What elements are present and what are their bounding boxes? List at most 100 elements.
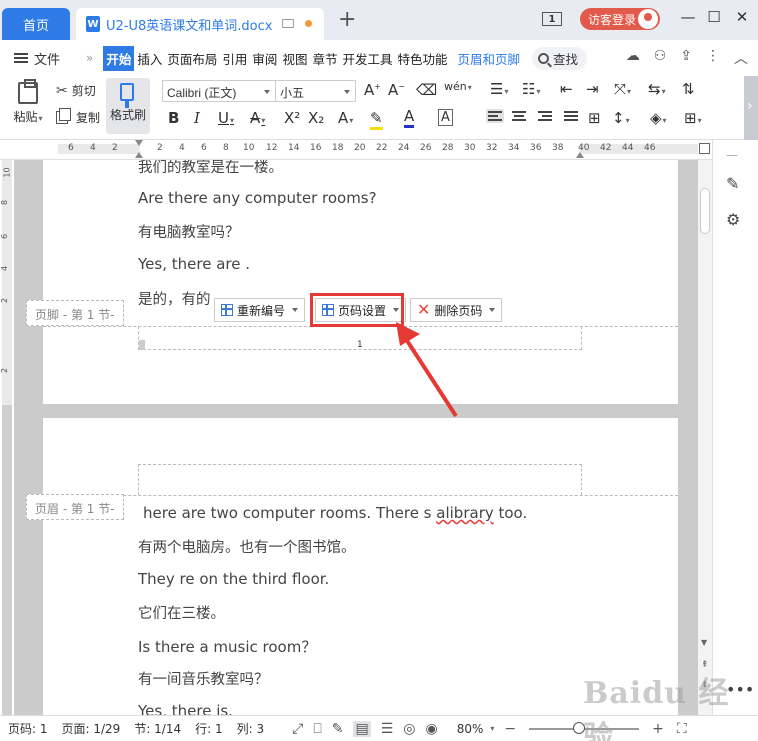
- tab-document[interactable]: W U2-U8英语课文和单词.docx: [76, 8, 324, 40]
- bullet-list-icon[interactable]: ☰▾: [490, 80, 508, 98]
- decrease-indent-icon[interactable]: ⇤: [560, 80, 573, 98]
- tab-home[interactable]: 首页: [2, 8, 70, 40]
- doc-paragraph[interactable]: Are there any computer rooms?: [138, 189, 377, 207]
- scroll-down-icon[interactable]: ▼: [701, 638, 707, 647]
- page-indicator-icon[interactable]: 1: [542, 12, 562, 26]
- superscript-icon[interactable]: X²: [284, 109, 300, 127]
- doc-paragraph[interactable]: here are two computer rooms. There s ali…: [143, 504, 527, 522]
- menu-item-insert[interactable]: 插入: [135, 49, 164, 68]
- ruler-toggle-icon[interactable]: [699, 143, 710, 154]
- settings-sliders-icon[interactable]: ⚙: [726, 210, 740, 229]
- strikethrough-icon[interactable]: A▾: [250, 109, 265, 127]
- scrollbar-thumb[interactable]: [700, 188, 710, 234]
- copy-button[interactable]: 复制: [56, 108, 100, 126]
- spelling-error-text[interactable]: alibrary: [436, 504, 493, 522]
- vertical-scrollbar[interactable]: ▼ ⇞ ⇟: [698, 160, 712, 715]
- bold-button[interactable]: B: [168, 109, 179, 127]
- minimize-icon[interactable]: —: [678, 8, 698, 26]
- status-column[interactable]: 列: 3: [237, 720, 265, 737]
- text-effect-icon[interactable]: A▾: [338, 109, 353, 127]
- borders-icon[interactable]: ⊞▾: [684, 109, 702, 127]
- doc-paragraph[interactable]: 有电脑教室吗？: [138, 221, 240, 242]
- horizontal-ruler[interactable]: 6 4 2 2 4 6 8 10 12 14 16 18 20 22 24 26…: [0, 140, 758, 160]
- more-menus-icon[interactable]: »: [86, 51, 93, 65]
- share-icon[interactable]: ⇪: [680, 48, 692, 68]
- font-color-icon[interactable]: A: [404, 107, 415, 128]
- show-marks-icon[interactable]: ⇆▾: [648, 80, 666, 98]
- line-spacing-icon[interactable]: ↕▾: [612, 109, 630, 127]
- vertical-ruler[interactable]: 10 8 6 4 2 2: [0, 160, 14, 715]
- underline-button[interactable]: U▾: [218, 109, 234, 127]
- italic-button[interactable]: I: [194, 109, 200, 127]
- page-view-icon[interactable]: ▤: [353, 720, 371, 737]
- chinese-layout-icon[interactable]: ⤧▾: [614, 80, 631, 98]
- sort-icon[interactable]: ⇅: [682, 80, 695, 98]
- menu-item-view[interactable]: 视图: [280, 49, 309, 68]
- restore-icon[interactable]: ☐: [704, 8, 724, 26]
- document-page-1[interactable]: 我们的教室是在一楼。 Are there any computer rooms?…: [43, 160, 678, 404]
- menu-item-page-layout[interactable]: 页面布局: [165, 49, 219, 68]
- shrink-font-icon[interactable]: A−: [388, 81, 405, 99]
- panel-collapse-icon[interactable]: —: [726, 148, 738, 162]
- menu-item-references[interactable]: 引用: [220, 49, 249, 68]
- menu-item-start[interactable]: 开始: [103, 45, 135, 71]
- font-name-select[interactable]: Calibri (正文): [162, 80, 276, 102]
- new-tab-plus-icon[interactable]: +: [338, 9, 356, 31]
- menu-item-header-footer[interactable]: 页眉和页脚: [456, 49, 523, 68]
- more-options-icon[interactable]: ⋮: [706, 48, 720, 68]
- zoom-level[interactable]: 80%: [457, 722, 484, 736]
- edit-pen-icon[interactable]: ✎: [726, 174, 739, 193]
- write-mode-icon[interactable]: ✎: [332, 721, 344, 737]
- collapse-ribbon-icon[interactable]: ︿: [734, 48, 748, 68]
- fullscreen-icon[interactable]: ⤢: [292, 721, 303, 737]
- menu-item-developer[interactable]: 开发工具: [340, 49, 394, 68]
- distributed-align-icon[interactable]: ⊞: [588, 109, 601, 127]
- shading-icon[interactable]: ◈▾: [650, 109, 667, 127]
- cloud-sync-icon[interactable]: ☁: [626, 48, 640, 68]
- align-left-button[interactable]: [486, 109, 504, 123]
- ribbon-scroll-right-icon[interactable]: [744, 76, 758, 140]
- status-row[interactable]: 行: 1: [195, 720, 223, 737]
- paste-button[interactable]: 粘贴▾: [10, 79, 46, 125]
- font-size-select[interactable]: 小五: [276, 80, 356, 102]
- justify-button[interactable]: [564, 111, 582, 125]
- align-center-button[interactable]: [512, 111, 530, 125]
- increase-indent-icon[interactable]: ⇥: [586, 80, 599, 98]
- file-menu[interactable]: 文件: [14, 49, 60, 68]
- monitor-icon[interactable]: [282, 19, 294, 28]
- visitor-login-button[interactable]: 访客登录: [580, 8, 660, 30]
- menu-item-review[interactable]: 审阅: [250, 49, 279, 68]
- align-right-button[interactable]: [538, 111, 556, 125]
- eye-protection-icon[interactable]: ◉: [425, 721, 437, 737]
- status-section[interactable]: 节: 1/14: [134, 720, 181, 737]
- pinyin-guide-icon[interactable]: wén▾: [444, 80, 472, 93]
- outline-view-icon[interactable]: ☰: [381, 721, 394, 737]
- collaborate-icon[interactable]: ⚇: [654, 48, 667, 68]
- header-content-box[interactable]: [138, 464, 582, 495]
- left-indent-handle[interactable]: [135, 152, 143, 158]
- doc-paragraph[interactable]: 有两个电脑房。也有一个图书馆。: [138, 536, 356, 557]
- first-line-indent-handle[interactable]: [135, 140, 143, 146]
- footer-page-number[interactable]: 1: [357, 340, 363, 350]
- doc-paragraph[interactable]: Yes, there are .: [138, 255, 250, 273]
- highlight-color-icon[interactable]: ✎: [370, 109, 383, 130]
- cut-button[interactable]: ✂ 剪切: [56, 82, 96, 99]
- doc-paragraph[interactable]: 我们的教室是在一楼。: [138, 160, 283, 177]
- menu-item-features[interactable]: 特色功能: [395, 49, 449, 68]
- doc-paragraph[interactable]: 它们在三楼。: [138, 602, 225, 623]
- web-view-icon[interactable]: ◎: [403, 721, 415, 737]
- grow-font-icon[interactable]: A+: [364, 81, 381, 99]
- doc-paragraph[interactable]: 有一间音乐教室吗？: [138, 668, 269, 689]
- status-page[interactable]: 页面: 1/29: [62, 720, 121, 737]
- zoom-out-icon[interactable]: −: [504, 721, 516, 737]
- char-border-icon[interactable]: A: [438, 109, 453, 126]
- clear-format-icon[interactable]: ⌫: [416, 81, 437, 99]
- doc-paragraph[interactable]: Yes, there is.: [138, 702, 233, 715]
- search-button[interactable]: 查找: [532, 46, 588, 70]
- delete-page-number-button[interactable]: ✕ 删除页码: [410, 298, 503, 322]
- numbered-list-icon[interactable]: ☷▾: [522, 80, 540, 98]
- close-icon[interactable]: ✕: [732, 8, 752, 26]
- doc-paragraph[interactable]: Is there a music room？: [138, 636, 316, 657]
- format-painter-button[interactable]: 格式刷: [106, 78, 150, 134]
- doc-paragraph[interactable]: 是的，有的: [138, 288, 211, 309]
